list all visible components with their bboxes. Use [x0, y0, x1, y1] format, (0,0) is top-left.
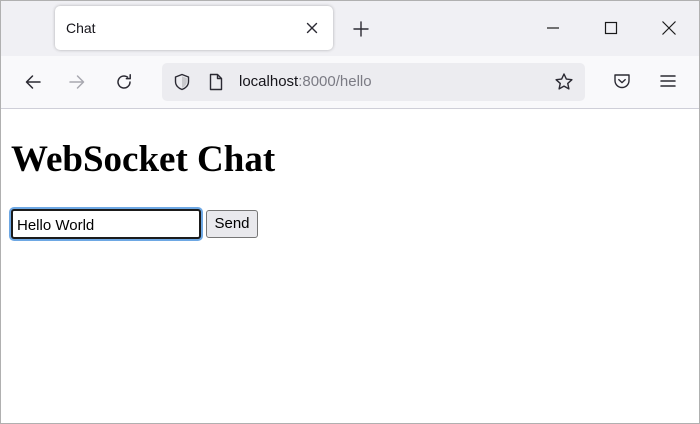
browser-window: Chat localhost:8000/hello WebSocket Chat… [0, 0, 700, 424]
hamburger-menu-icon[interactable] [658, 71, 678, 91]
bookmark-star-icon[interactable] [554, 72, 574, 92]
url-text[interactable]: localhost:8000/hello [239, 73, 372, 90]
message-input[interactable] [11, 209, 201, 239]
back-arrow-icon[interactable] [23, 72, 43, 92]
forward-arrow-icon[interactable] [67, 72, 87, 92]
tab-chat[interactable]: Chat [55, 6, 333, 50]
nav-toolbar: localhost:8000/hello [1, 56, 699, 109]
reload-icon[interactable] [114, 72, 134, 92]
url-host: localhost [239, 73, 299, 90]
tab-title: Chat [66, 20, 96, 36]
tab-strip: Chat [1, 1, 699, 56]
shield-icon[interactable] [173, 73, 191, 91]
address-bar[interactable]: localhost:8000/hello [162, 63, 585, 101]
pocket-icon[interactable] [612, 71, 632, 91]
tab-close-icon[interactable] [303, 19, 321, 37]
minimize-icon[interactable] [544, 19, 562, 37]
page-info-icon[interactable] [208, 73, 224, 91]
url-path: :8000/hello [298, 73, 372, 90]
new-tab-plus-icon[interactable] [351, 19, 371, 39]
page-content: WebSocket Chat Send [1, 109, 699, 423]
page-title: WebSocket Chat [11, 139, 276, 180]
maximize-icon[interactable] [602, 19, 620, 37]
close-window-icon[interactable] [660, 19, 678, 37]
send-button[interactable]: Send [206, 210, 258, 238]
